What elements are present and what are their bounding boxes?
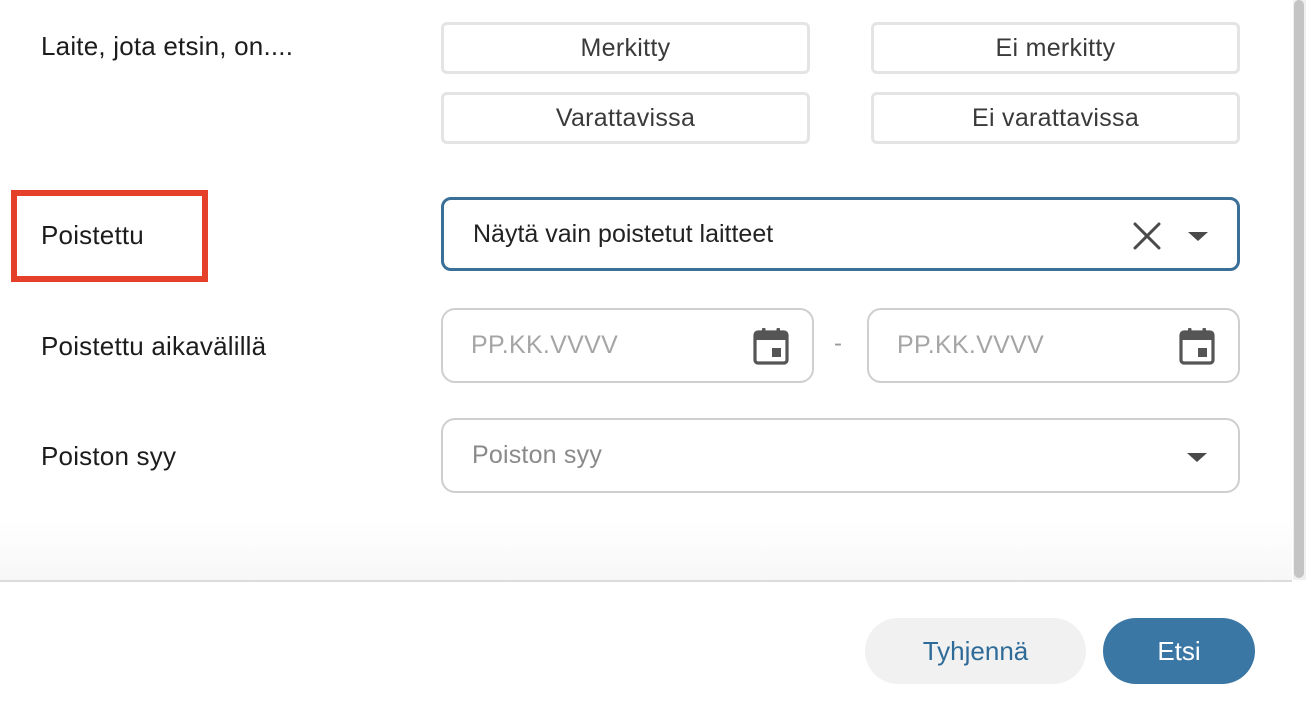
toggle-marked[interactable]: Merkitty [441,22,810,74]
toggle-not-marked[interactable]: Ei merkitty [871,22,1240,74]
chevron-down-icon[interactable] [1187,453,1207,462]
scrollbar-thumb[interactable] [1294,0,1304,578]
start-date-input[interactable] [471,310,701,381]
search-filter-panel: Laite, jota etsin, on.... Merkitty Ei me… [0,0,1306,712]
deleted-range-label: Poistettu aikavälillä [41,331,267,361]
deleted-label: Poistettu [41,220,144,250]
content-fade [0,520,1292,580]
end-date-input[interactable] [897,310,1127,381]
deletion-reason-label: Poiston syy [41,441,177,471]
footer-divider [0,580,1292,582]
deleted-select[interactable]: Näytä vain poistetut laitteet [441,197,1240,271]
end-date-field[interactable] [867,308,1240,383]
calendar-icon[interactable] [1179,327,1215,365]
search-button[interactable]: Etsi [1103,618,1255,684]
toggle-bookable[interactable]: Varattavissa [441,92,810,144]
clear-button[interactable]: Tyhjennä [865,618,1086,684]
date-range-separator: - [834,330,842,357]
device-status-label: Laite, jota etsin, on.... [41,31,294,61]
close-icon[interactable] [1130,219,1164,253]
deletion-reason-placeholder: Poiston syy [472,441,603,469]
toggle-not-bookable[interactable]: Ei varattavissa [871,92,1240,144]
start-date-field[interactable] [441,308,814,383]
deleted-select-value: Näytä vain poistetut laitteet [473,219,774,248]
chevron-down-icon[interactable] [1188,232,1208,241]
calendar-icon[interactable] [753,327,789,365]
deletion-reason-select[interactable]: Poiston syy [441,418,1240,493]
